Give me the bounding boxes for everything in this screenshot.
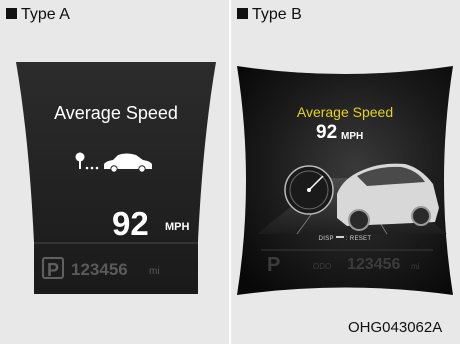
heading-type-b: Type B (237, 6, 302, 24)
average-speed-value: 92 (316, 122, 338, 143)
panel-type-b: Type B Average Speed 92 MPH DISP: RESET… (231, 0, 460, 344)
heading-type-a: Type A (6, 6, 70, 24)
display-title: Average Speed (54, 103, 178, 123)
figure-code: OHG043062A (348, 319, 443, 336)
odometer-unit: mi (149, 266, 160, 277)
gear-indicator: P (267, 254, 281, 276)
display-title: Average Speed (296, 104, 394, 120)
reset-label: : RESET (345, 236, 372, 242)
speed-unit: MPH (341, 131, 364, 142)
square-bullet-icon (237, 8, 248, 19)
odometer-unit: mi (411, 262, 420, 271)
disp-label: DISP (318, 236, 334, 242)
gear-indicator: P (42, 257, 64, 280)
square-bullet-icon (6, 8, 17, 19)
odometer-value: 123456 (71, 260, 128, 279)
odometer-value: 123456 (347, 256, 401, 273)
cluster-display-type-a: Average Speed 92 MPH P 123456 mi (16, 62, 216, 294)
speed-unit: MPH (165, 221, 190, 233)
cluster-display-type-b: Average Speed 92 MPH DISP : RESET P ODO 1… (237, 66, 453, 295)
panel-type-a: Type A Average Speed 92 MPH P 123456 mi (0, 0, 229, 344)
odometer-label: ODO (313, 262, 332, 271)
average-speed-value: 92 (112, 205, 149, 242)
long-press-bar-icon (335, 236, 344, 238)
heading-type-a-label: Type A (21, 6, 70, 23)
heading-type-b-label: Type B (252, 6, 302, 23)
speedometer-gauge-icon (284, 165, 334, 215)
reset-hint: DISP : RESET (237, 236, 453, 242)
